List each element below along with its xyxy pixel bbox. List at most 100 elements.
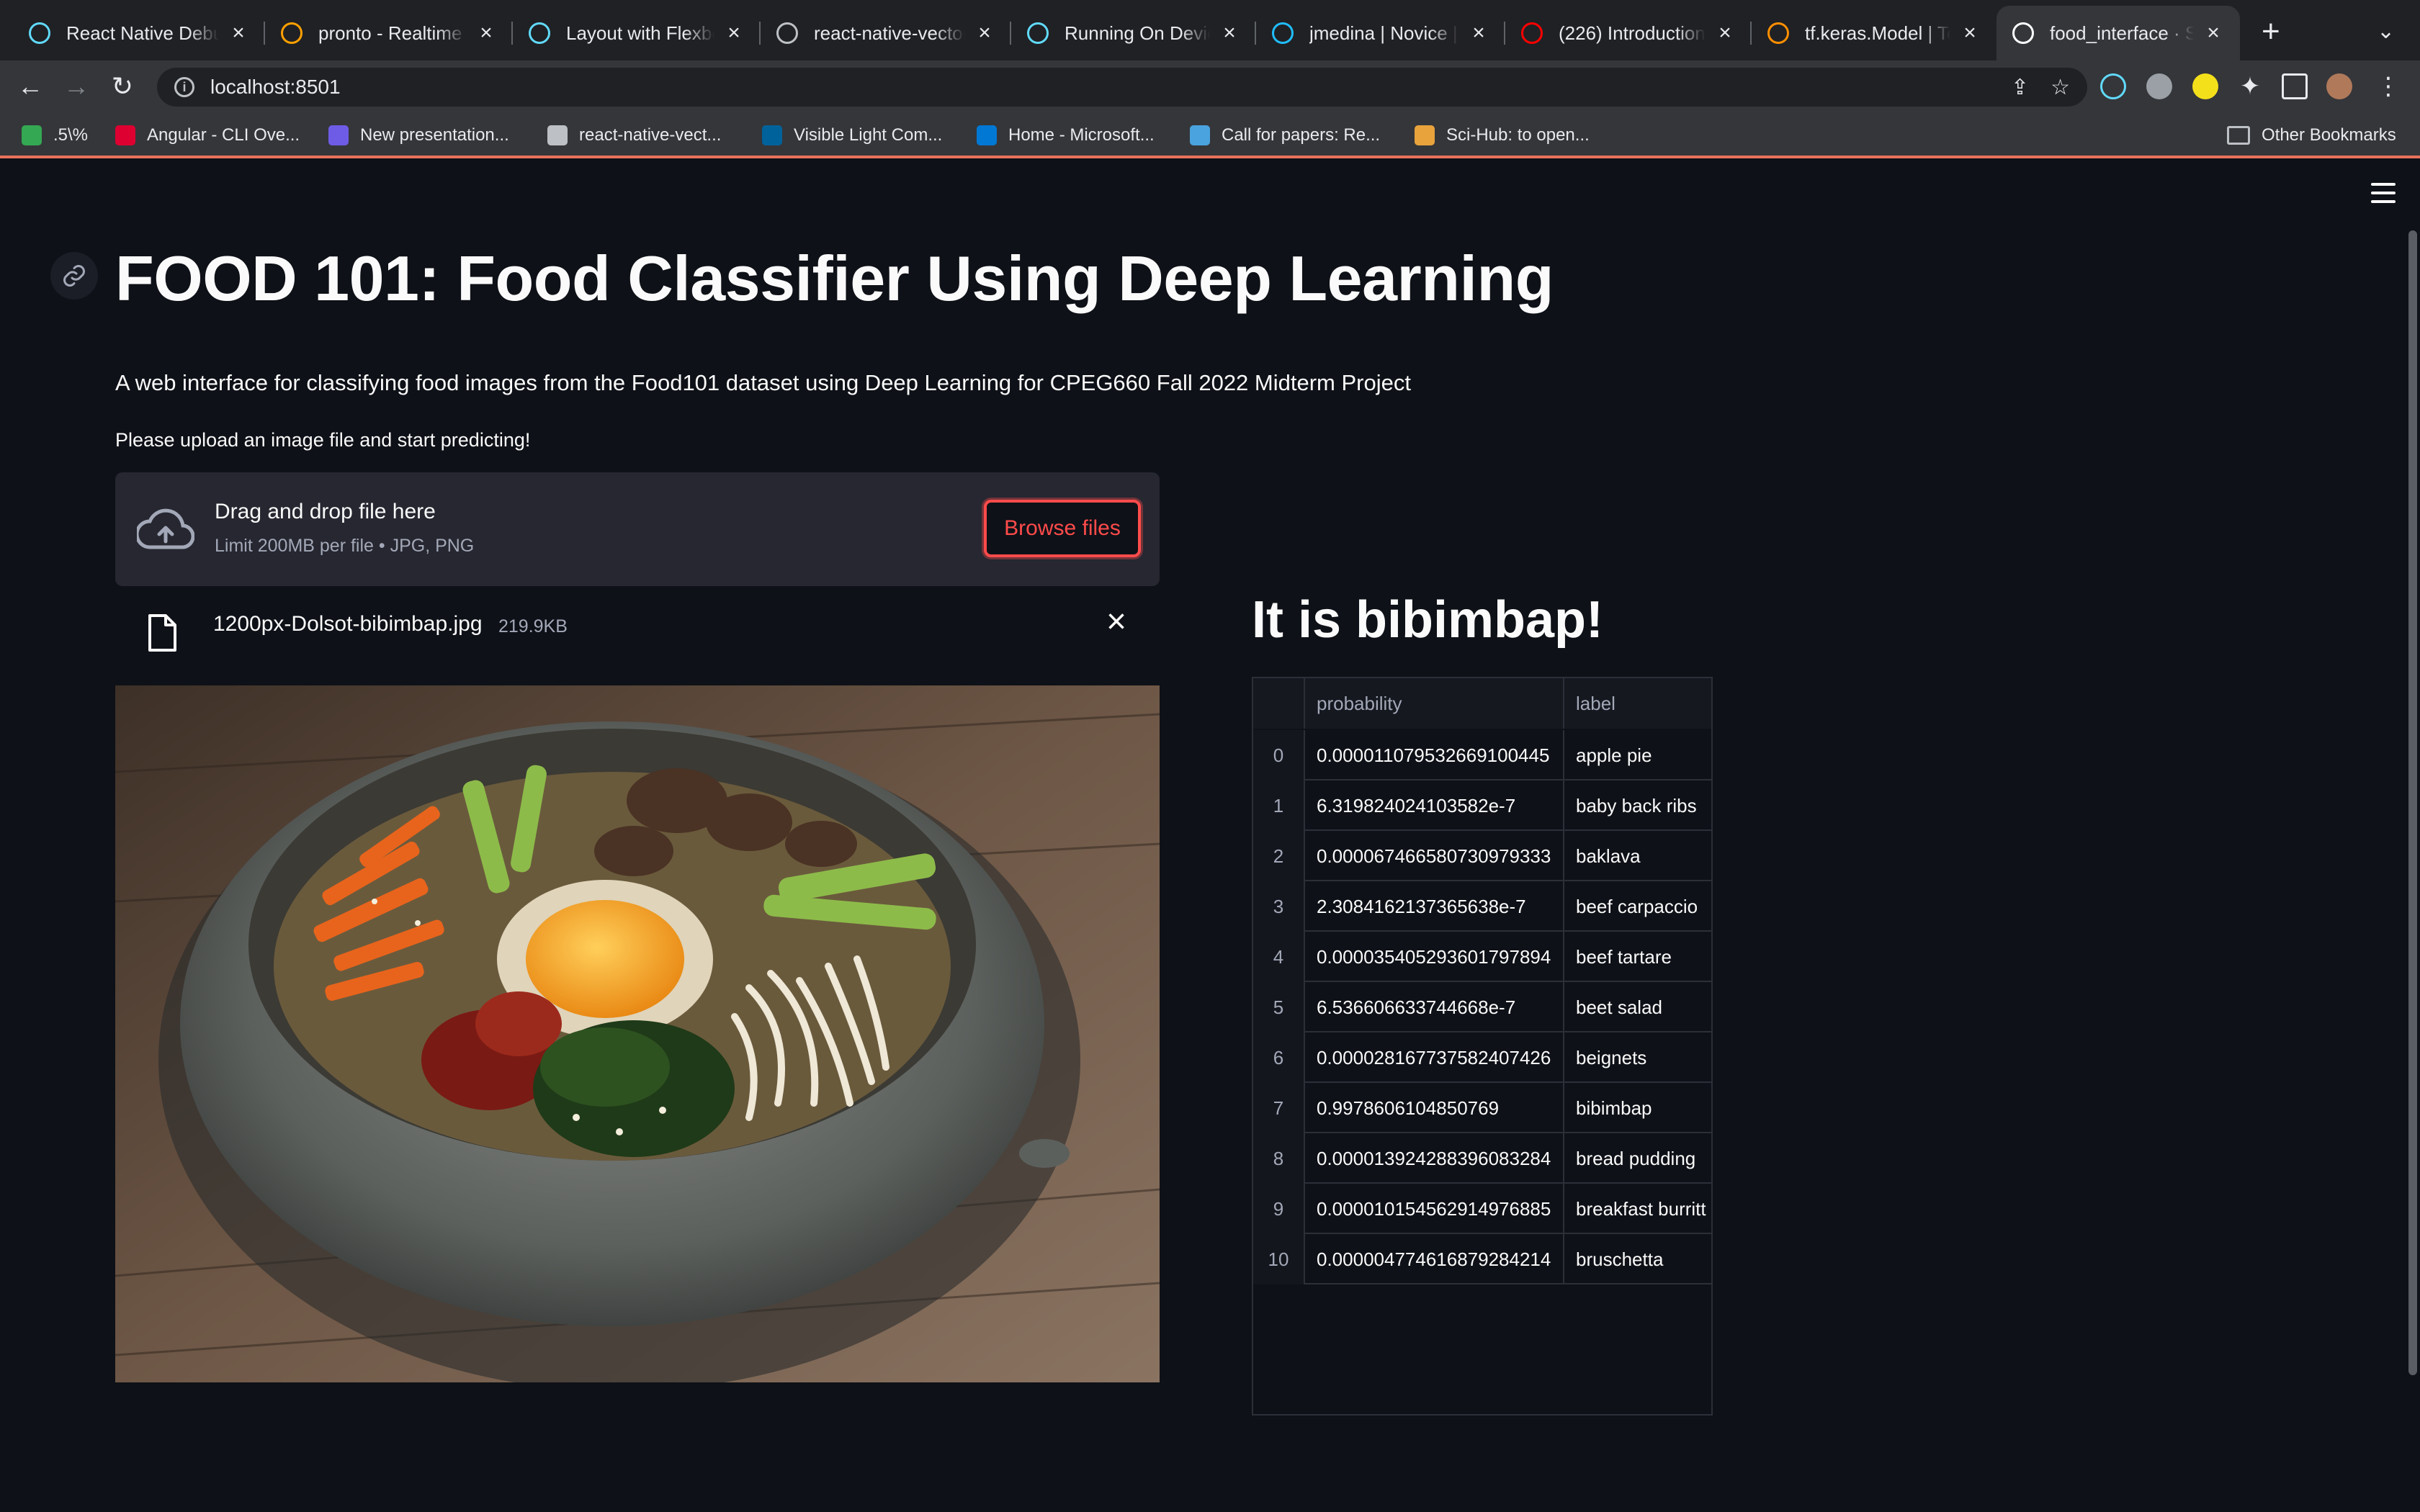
react-devtools-extension-icon[interactable] [2100, 73, 2126, 99]
table-cell-index[interactable]: 0 [1253, 730, 1305, 780]
browser-tab[interactable]: Layout with Flexbox × [513, 6, 761, 60]
table-header-probability[interactable]: probability [1305, 678, 1564, 729]
table-cell-index[interactable]: 5 [1253, 982, 1305, 1032]
table-cell-label[interactable]: beet salad [1564, 982, 1711, 1032]
table-cell-label[interactable]: baklava [1564, 831, 1711, 881]
browser-menu-icon[interactable]: ⋮ [2375, 73, 2401, 99]
table-cell-index[interactable]: 6 [1253, 1032, 1305, 1083]
table-row[interactable]: 4 0.000035405293601797894 beef tartare [1253, 932, 1711, 982]
close-tab-icon[interactable]: × [1714, 21, 1736, 45]
table-row[interactable]: 0 0.000011079532669100445 apple pie [1253, 730, 1711, 780]
address-bar[interactable]: i localhost:8501 ⇪ ☆ [157, 68, 2087, 107]
close-tab-icon[interactable]: × [2202, 21, 2224, 45]
bookmark-label: Sci-Hub: to open... [1446, 125, 1590, 145]
table-cell-probability[interactable]: 0.000004774616879284214 [1305, 1234, 1564, 1284]
table-cell-label[interactable]: breakfast burritt [1564, 1184, 1711, 1234]
bookmark-item[interactable]: Home - Microsoft... [977, 122, 1155, 148]
tab-search-chevron-icon[interactable]: ⌄ [2377, 19, 2395, 44]
close-tab-icon[interactable]: × [974, 21, 995, 45]
table-cell-index[interactable]: 9 [1253, 1184, 1305, 1234]
extension-owl-icon[interactable] [2146, 73, 2172, 99]
back-arrow-icon[interactable]: ← [14, 71, 46, 102]
table-row[interactable]: 5 6.536606633744668e-7 beet salad [1253, 982, 1711, 1032]
table-cell-label[interactable]: apple pie [1564, 730, 1711, 780]
table-cell-probability[interactable]: 0.000035405293601797894 [1305, 932, 1564, 982]
bookmark-item[interactable]: New presentation... [328, 122, 509, 148]
browser-tab[interactable]: Running On Device × [1011, 6, 1256, 60]
bookmark-item[interactable]: Sci-Hub: to open... [1415, 122, 1590, 148]
close-tab-icon[interactable]: × [475, 21, 497, 45]
table-cell-probability[interactable]: 2.3084162137365638e-7 [1305, 881, 1564, 932]
close-tab-icon[interactable]: × [1219, 21, 1240, 45]
forward-arrow-icon[interactable]: → [60, 71, 92, 102]
bookmark-item[interactable]: react-native-vect... [547, 122, 721, 148]
table-cell-label[interactable]: baby back ribs [1564, 780, 1711, 831]
extensions-puzzle-icon[interactable]: ✦ [2237, 73, 2263, 99]
table-cell-label[interactable]: bibimbap [1564, 1083, 1711, 1133]
close-tab-icon[interactable]: × [723, 21, 745, 45]
address-url[interactable]: localhost:8501 [210, 76, 341, 99]
close-tab-icon[interactable]: × [1959, 21, 1981, 45]
table-row[interactable]: 6 0.000028167737582407426 beignets [1253, 1032, 1711, 1083]
table-cell-probability[interactable]: 0.000067466580730979333 [1305, 831, 1564, 881]
bookmark-item[interactable]: Angular - CLI Ove... [115, 122, 300, 148]
bookmark-star-icon[interactable]: ☆ [2051, 75, 2070, 100]
profile-avatar[interactable] [2326, 73, 2352, 99]
table-cell-label[interactable]: bread pudding [1564, 1133, 1711, 1184]
table-row[interactable]: 7 0.9978606104850769 bibimbap [1253, 1083, 1711, 1133]
table-cell-label[interactable]: beef tartare [1564, 932, 1711, 982]
probability-table[interactable]: probability label 0 0.0000110795326691004… [1252, 677, 1713, 1416]
table-row[interactable]: 9 0.000010154562914976885 breakfast burrit… [1253, 1184, 1711, 1234]
table-cell-probability[interactable]: 0.000010154562914976885 [1305, 1184, 1564, 1234]
table-cell-probability[interactable]: 0.9978606104850769 [1305, 1083, 1564, 1133]
bookmark-item[interactable]: .5\% [22, 122, 88, 148]
scrollbar[interactable] [2408, 230, 2417, 1375]
close-tab-icon[interactable]: × [228, 21, 249, 45]
bookmark-item[interactable]: Call for papers: Re... [1190, 122, 1380, 148]
new-tab-icon[interactable]: + [2262, 16, 2280, 48]
browser-tab[interactable]: jmedina | Novice | Kaggle × [1256, 6, 1505, 60]
site-info-icon[interactable]: i [174, 77, 194, 97]
reload-icon[interactable]: ↻ [107, 71, 138, 102]
browser-tab[interactable]: food_interface · Streamlit × [1996, 6, 2240, 60]
table-row[interactable]: 10 0.000004774616879284214 bruschetta [1253, 1234, 1711, 1284]
table-header-label[interactable]: label [1564, 678, 1711, 729]
table-cell-index[interactable]: 8 [1253, 1133, 1305, 1184]
reading-list-icon[interactable] [2282, 73, 2308, 99]
browser-tab[interactable]: React Native Debugger × [13, 6, 265, 60]
table-row[interactable]: 8 0.000013924288396083284 bread pudding [1253, 1133, 1711, 1184]
table-row[interactable]: 1 6.319824024103582e-7 baby back ribs [1253, 780, 1711, 831]
table-header-index[interactable] [1253, 678, 1305, 729]
bookmark-item[interactable]: Visible Light Com... [762, 122, 942, 148]
table-cell-index[interactable]: 7 [1253, 1083, 1305, 1133]
table-cell-label[interactable]: beignets [1564, 1032, 1711, 1083]
remove-file-close-icon[interactable]: × [1106, 602, 1126, 642]
table-cell-probability[interactable]: 6.319824024103582e-7 [1305, 780, 1564, 831]
close-tab-icon[interactable]: × [1468, 21, 1489, 45]
browser-tab[interactable]: (226) Introduction × [1505, 6, 1752, 60]
extension-yellow-icon[interactable] [2192, 73, 2218, 99]
table-cell-index[interactable]: 3 [1253, 881, 1305, 932]
browser-tab[interactable]: tf.keras.Model | TensorFlow × [1752, 6, 1996, 60]
browse-files-button[interactable]: Browse files [984, 500, 1141, 557]
browser-tab-label: Layout with Flexbox [566, 22, 714, 44]
share-icon[interactable]: ⇪ [2011, 75, 2029, 100]
file-dropzone[interactable]: Drag and drop file here Limit 200MB per … [115, 472, 1160, 586]
table-cell-index[interactable]: 1 [1253, 780, 1305, 831]
table-cell-probability[interactable]: 0.000013924288396083284 [1305, 1133, 1564, 1184]
main-menu-icon[interactable] [2371, 183, 2396, 203]
table-cell-index[interactable]: 2 [1253, 831, 1305, 881]
browser-tab[interactable]: pronto - Realtime Dashboard × [265, 6, 513, 60]
table-cell-probability[interactable]: 6.536606633744668e-7 [1305, 982, 1564, 1032]
browser-tab[interactable]: react-native-vector-icons × [761, 6, 1011, 60]
table-cell-probability[interactable]: 0.000011079532669100445 [1305, 730, 1564, 780]
link-anchor-icon[interactable] [50, 252, 98, 300]
table-cell-label[interactable]: bruschetta [1564, 1234, 1711, 1284]
other-bookmarks[interactable]: Other Bookmarks [2227, 122, 2396, 148]
table-cell-index[interactable]: 4 [1253, 932, 1305, 982]
table-row[interactable]: 3 2.3084162137365638e-7 beef carpaccio [1253, 881, 1711, 932]
table-cell-probability[interactable]: 0.000028167737582407426 [1305, 1032, 1564, 1083]
table-cell-index[interactable]: 10 [1253, 1234, 1305, 1284]
table-cell-label[interactable]: beef carpaccio [1564, 881, 1711, 932]
table-row[interactable]: 2 0.000067466580730979333 baklava [1253, 831, 1711, 881]
